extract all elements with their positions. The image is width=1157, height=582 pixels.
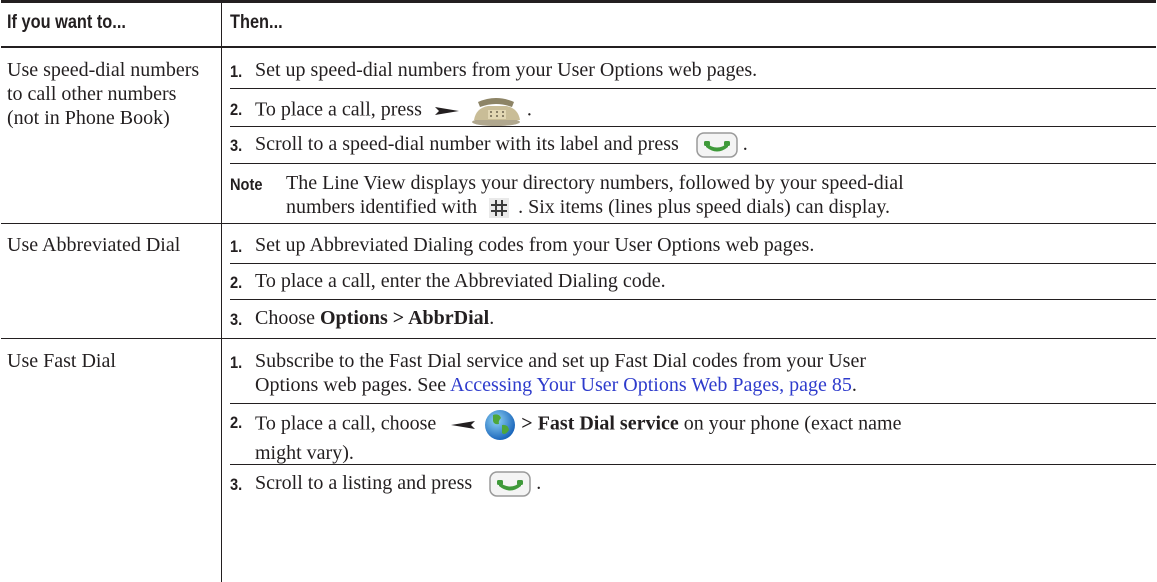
step-number: 3.	[230, 475, 243, 494]
step-number: 1.	[230, 62, 243, 81]
step-text: To place a call, choose	[255, 412, 437, 435]
header-rule	[1, 46, 1156, 48]
step-number: 3.	[230, 136, 243, 155]
column-divider	[221, 0, 222, 582]
speed-dial-grid-icon	[489, 198, 510, 219]
answer-call-green-icon	[696, 132, 738, 159]
user-options-link[interactable]: Accessing Your User Options Web Pages, p…	[450, 374, 852, 396]
row-rule	[1, 338, 1156, 339]
column-header-if-you-want: If you want to...	[7, 12, 126, 33]
step-text-end: .	[536, 472, 542, 494]
step-separator	[230, 263, 1156, 264]
row-rule	[1, 223, 1156, 224]
step-text-end: .	[742, 133, 748, 155]
menu-path: Options > AbbrDial	[320, 307, 490, 329]
step-text-2: Options web pages. See	[255, 374, 447, 396]
step-text: Choose	[255, 307, 315, 329]
step-separator	[230, 299, 1156, 300]
step-text-end: .	[489, 307, 495, 329]
step-separator	[230, 403, 1156, 404]
step-separator	[230, 464, 1156, 465]
step-number: 2.	[230, 100, 243, 119]
directory-phone-icon	[471, 98, 520, 126]
row-label-abbreviated-dial: Use Abbreviated Dial	[7, 234, 181, 256]
step-number: 1.	[230, 353, 243, 372]
step-separator	[230, 88, 1156, 89]
step-text: Subscribe to the Fast Dial service and s…	[255, 350, 866, 372]
step-number: 1.	[230, 237, 243, 256]
step-text: To place a call, enter the Abbreviated D…	[255, 270, 666, 292]
note-line-1: The Line View displays your directory nu…	[286, 172, 904, 194]
services-globe-icon	[485, 410, 516, 440]
note-label: Note	[230, 175, 263, 194]
step-number: 3.	[230, 310, 243, 329]
answer-call-green-icon	[489, 471, 531, 498]
step-text-2: might vary).	[255, 442, 354, 464]
note-line-2: numbers identified with	[286, 196, 478, 218]
step-text-mid: on your phone (exact name	[683, 412, 902, 435]
row-label-fast-dial: Use Fast Dial	[7, 350, 116, 372]
column-header-then: Then...	[230, 12, 283, 33]
service-path: > Fast Dial service	[521, 412, 679, 435]
step-text: Scroll to a speed-dial number with its l…	[255, 133, 679, 155]
table-top-rule	[1, 0, 1156, 3]
row-label-speed-dial: Use speed-dial numbers to call other num…	[7, 59, 200, 129]
step-text: Scroll to a listing and press	[255, 472, 473, 494]
step-separator	[230, 163, 1156, 164]
step-text-end: .	[851, 374, 857, 396]
note-line-2-end: . Six items (lines plus speed dials) can…	[518, 196, 891, 218]
navigate-left-arrow-icon	[451, 421, 476, 429]
step-number: 2.	[230, 273, 243, 292]
step-number: 2.	[230, 413, 243, 432]
step-separator	[230, 126, 1156, 127]
step-text: Set up speed-dial numbers from your User…	[255, 59, 758, 81]
navigate-right-arrow-icon	[434, 107, 459, 115]
step-text: Set up Abbreviated Dialing codes from yo…	[255, 234, 815, 256]
step-text: To place a call, press	[255, 98, 422, 121]
step-text-end: .	[526, 98, 532, 121]
